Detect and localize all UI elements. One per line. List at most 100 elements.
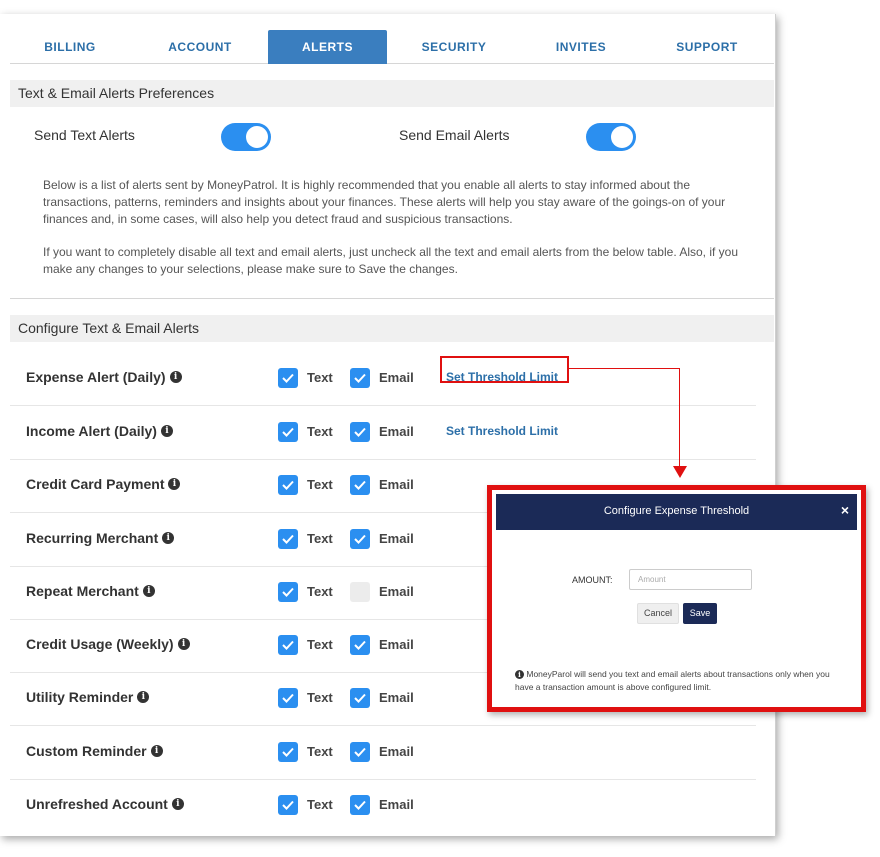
email-label: Email <box>379 690 414 705</box>
email-label: Email <box>379 424 414 439</box>
info-icon[interactable]: i <box>150 745 163 757</box>
toggle-knob <box>611 126 633 148</box>
send-email-label: Send Email Alerts <box>399 127 510 143</box>
email-checkbox[interactable] <box>350 582 370 602</box>
expense-threshold-modal: Configure Expense Threshold × AMOUNT: Ca… <box>487 485 866 712</box>
info-icon[interactable]: i <box>169 371 182 383</box>
email-label: Email <box>379 637 414 652</box>
alert-row-label: Repeat Merchant i <box>26 583 155 599</box>
text-label: Text <box>307 424 333 439</box>
close-icon[interactable]: × <box>841 502 849 518</box>
email-checkbox[interactable] <box>350 475 370 495</box>
callout-arrow-icon <box>673 466 687 478</box>
email-checkbox[interactable] <box>350 795 370 815</box>
email-label: Email <box>379 797 414 812</box>
text-label: Text <box>307 797 333 812</box>
alert-row-label: Custom Reminder i <box>26 743 163 759</box>
info-icon[interactable]: i <box>160 425 173 437</box>
tab-bar: BILLING ACCOUNT ALERTS SECURITY INVITES … <box>10 30 774 64</box>
info-icon[interactable]: i <box>177 638 190 650</box>
alert-name: Recurring Merchant <box>26 530 159 546</box>
settings-panel: BILLING ACCOUNT ALERTS SECURITY INVITES … <box>0 14 776 836</box>
alert-row-label: Expense Alert (Daily) i <box>26 369 182 385</box>
email-label: Email <box>379 531 414 546</box>
alert-row-label: Credit Usage (Weekly) i <box>26 636 190 652</box>
text-checkbox[interactable] <box>278 795 298 815</box>
text-checkbox[interactable] <box>278 635 298 655</box>
modal-note-text: MoneyParol will send you text and email … <box>515 669 830 692</box>
email-checkbox[interactable] <box>350 368 370 388</box>
section-divider <box>10 298 774 299</box>
modal-header: Configure Expense Threshold × <box>496 494 857 530</box>
modal-title: Configure Expense Threshold <box>603 505 750 517</box>
alert-name: Repeat Merchant <box>26 583 139 599</box>
alert-row-label: Utility Reminder i <box>26 689 150 705</box>
amount-input[interactable] <box>629 569 752 590</box>
text-label: Text <box>307 370 333 385</box>
text-checkbox[interactable] <box>278 529 298 549</box>
modal-note: i MoneyParol will send you text and emai… <box>515 668 845 694</box>
tab-account[interactable]: ACCOUNT <box>139 30 261 64</box>
email-checkbox[interactable] <box>350 422 370 442</box>
email-label: Email <box>379 477 414 492</box>
email-label: Email <box>379 744 414 759</box>
text-checkbox[interactable] <box>278 422 298 442</box>
preferences-header: Text & Email Alerts Preferences <box>10 80 774 107</box>
callout-line <box>679 368 680 468</box>
email-checkbox[interactable] <box>350 529 370 549</box>
email-checkbox[interactable] <box>350 688 370 708</box>
tab-alerts[interactable]: ALERTS <box>268 30 387 64</box>
text-label: Text <box>307 584 333 599</box>
alerts-disable-note: If you want to completely disable all te… <box>43 245 739 276</box>
alert-name: Credit Card Payment <box>26 476 165 492</box>
tab-security[interactable]: SECURITY <box>395 30 513 64</box>
configure-header: Configure Text & Email Alerts <box>10 315 774 342</box>
alert-row: Unrefreshed Account i Text Email <box>10 780 756 833</box>
set-threshold-link[interactable]: Set Threshold Limit <box>446 424 558 438</box>
alert-row-label: Income Alert (Daily) i <box>26 423 173 439</box>
callout-line <box>569 368 680 369</box>
text-checkbox[interactable] <box>278 742 298 762</box>
alert-name: Utility Reminder <box>26 689 134 705</box>
text-checkbox[interactable] <box>278 582 298 602</box>
info-icon[interactable]: i <box>137 691 150 703</box>
info-icon[interactable]: i <box>171 798 184 810</box>
amount-label: AMOUNT: <box>572 575 613 585</box>
alert-name: Unrefreshed Account <box>26 796 168 812</box>
tab-invites[interactable]: INVITES <box>522 30 640 64</box>
info-icon[interactable]: i <box>162 532 175 544</box>
alerts-description: Below is a list of alerts sent by MoneyP… <box>43 178 726 226</box>
info-icon[interactable]: i <box>142 585 155 597</box>
alert-name: Income Alert (Daily) <box>26 423 157 439</box>
text-checkbox[interactable] <box>278 688 298 708</box>
alert-row-label: Unrefreshed Account i <box>26 796 184 812</box>
email-checkbox[interactable] <box>350 635 370 655</box>
text-checkbox[interactable] <box>278 475 298 495</box>
info-icon: i <box>515 670 524 679</box>
cancel-button[interactable]: Cancel <box>637 603 679 624</box>
text-checkbox[interactable] <box>278 368 298 388</box>
save-button[interactable]: Save <box>683 603 717 624</box>
tab-billing[interactable]: BILLING <box>10 30 130 64</box>
alert-row-label: Credit Card Payment i <box>26 476 181 492</box>
tab-support[interactable]: SUPPORT <box>648 30 766 64</box>
text-label: Text <box>307 531 333 546</box>
threshold-highlight-box <box>440 356 569 383</box>
send-email-toggle[interactable] <box>586 123 636 151</box>
alert-row: Custom Reminder i Text Email <box>10 727 756 780</box>
send-text-toggle[interactable] <box>221 123 271 151</box>
info-icon[interactable]: i <box>168 478 181 490</box>
text-label: Text <box>307 637 333 652</box>
text-label: Text <box>307 744 333 759</box>
text-label: Text <box>307 477 333 492</box>
alert-name: Credit Usage (Weekly) <box>26 636 174 652</box>
email-checkbox[interactable] <box>350 742 370 762</box>
send-text-label: Send Text Alerts <box>34 127 135 143</box>
alert-row: Expense Alert (Daily) i Text Email Set Thres… <box>10 353 756 406</box>
alert-name: Custom Reminder <box>26 743 147 759</box>
email-label: Email <box>379 584 414 599</box>
toggle-knob <box>246 126 268 148</box>
alert-name: Expense Alert (Daily) <box>26 369 166 385</box>
email-label: Email <box>379 370 414 385</box>
alert-row: Income Alert (Daily) i Text Email Set Thresh… <box>10 407 756 460</box>
